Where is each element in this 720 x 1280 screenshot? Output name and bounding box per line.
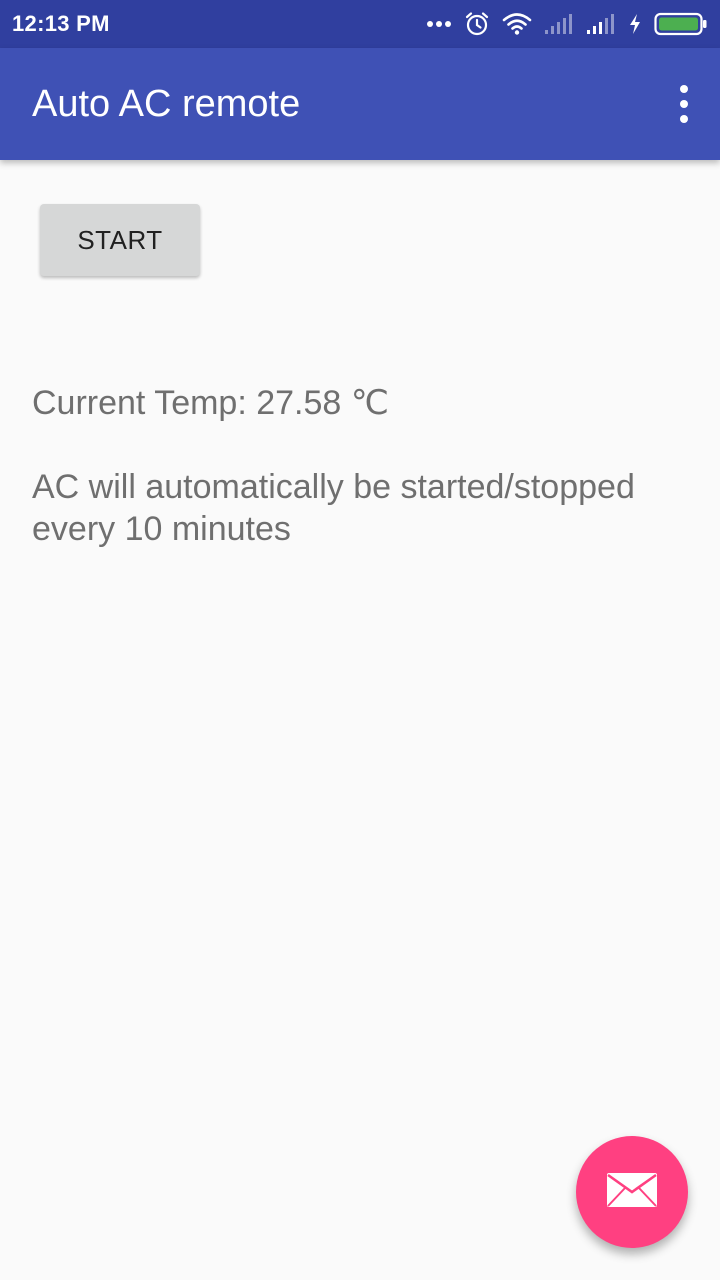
menu-dot [680,100,688,108]
alarm-icon [464,11,490,37]
wifi-icon [502,12,532,36]
overflow-menu-icon[interactable] [664,76,704,132]
menu-dot [680,115,688,123]
status-time: 12:13 PM [12,11,110,36]
mail-icon [606,1172,658,1213]
app-title: Auto AC remote [32,82,301,125]
status-icons [426,11,708,37]
battery-icon [654,12,708,36]
auto-schedule-info-text: AC will automatically be started/stopped… [32,468,635,548]
app-bar: Auto AC remote [0,48,720,160]
charging-icon [628,13,642,35]
menu-dot [680,85,688,93]
status-bar: 12:13 PM [0,0,720,48]
current-temp-text: Current Temp: 27.58 ℃ [32,384,389,422]
start-button[interactable]: START [40,204,200,276]
signal-icon [586,13,616,35]
signal-icon [544,13,574,35]
more-dots-icon [426,20,452,28]
send-mail-fab[interactable] [576,1136,688,1248]
